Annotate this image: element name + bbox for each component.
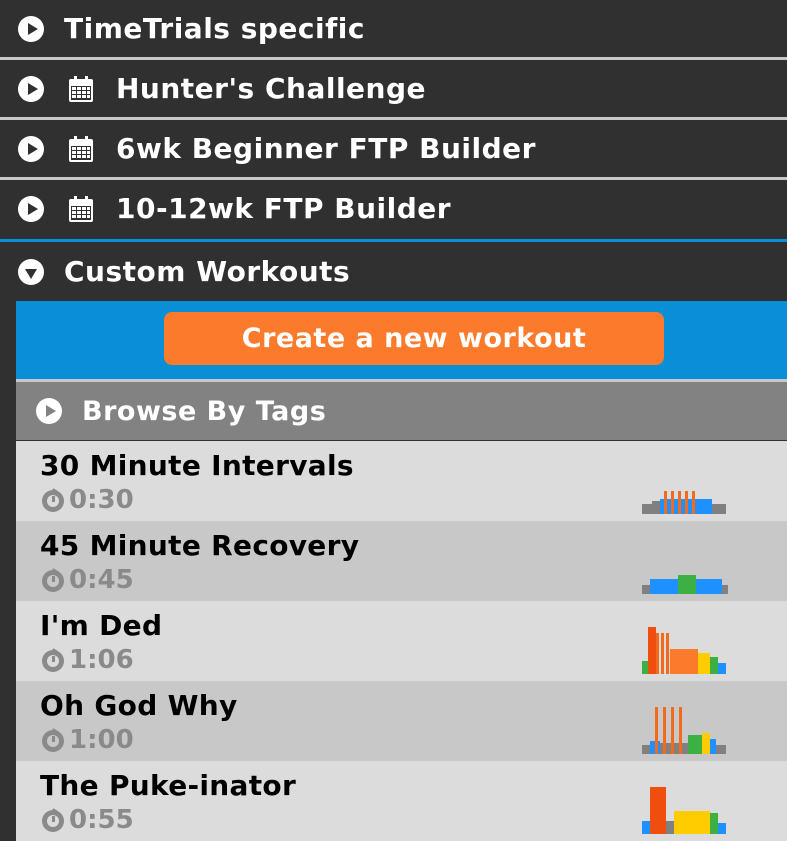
duration-text: 1:06 (69, 645, 134, 675)
workout-name: The Puke-inator (40, 769, 297, 802)
expand-arrow-icon (36, 398, 62, 424)
workout-name: 30 Minute Intervals (40, 449, 354, 482)
workout-duration: 0:30 (40, 485, 134, 515)
collapse-arrow-icon (18, 258, 44, 285)
expand-arrow-icon (18, 195, 44, 222)
category-label: Hunter's Challenge (116, 72, 426, 105)
workout-row[interactable]: I'm Ded 1:06 (16, 601, 787, 681)
duration-text: 0:30 (69, 485, 134, 515)
workout-name: Oh God Why (40, 689, 238, 722)
workout-profile-graph (642, 707, 726, 754)
category-label: TimeTrials specific (64, 12, 365, 45)
workout-profile-graph (642, 787, 726, 834)
expand-arrow-icon (18, 75, 44, 102)
workout-duration: 0:45 (40, 565, 134, 595)
category-10-12wk-ftp-builder[interactable]: 10-12wk FTP Builder (0, 180, 787, 237)
calendar-icon (69, 135, 93, 162)
workout-row[interactable]: Oh God Why 1:00 (16, 681, 787, 761)
duration-text: 1:00 (69, 725, 134, 755)
workout-profile-graph (642, 491, 726, 514)
expand-arrow-icon (18, 135, 44, 162)
workout-duration: 1:06 (40, 645, 134, 675)
category-custom-workouts[interactable]: Custom Workouts (0, 242, 787, 301)
category-hunters-challenge[interactable]: Hunter's Challenge (0, 60, 787, 117)
workout-duration: 1:00 (40, 725, 134, 755)
category-label: 6wk Beginner FTP Builder (116, 132, 536, 165)
workout-duration: 0:55 (40, 805, 134, 835)
workout-profile-graph (642, 575, 728, 594)
stopwatch-icon (42, 648, 64, 672)
calendar-icon (69, 75, 93, 102)
stopwatch-icon (42, 488, 64, 512)
create-workout-button[interactable]: Create a new workout (164, 312, 664, 365)
stopwatch-icon (42, 808, 64, 832)
workout-name: I'm Ded (40, 609, 163, 642)
workout-row[interactable]: 45 Minute Recovery 0:45 (16, 521, 787, 601)
browse-by-tags[interactable]: Browse By Tags (16, 382, 787, 440)
category-label: Custom Workouts (64, 255, 351, 288)
calendar-icon (69, 195, 93, 222)
category-timetrials[interactable]: TimeTrials specific (0, 0, 787, 57)
stopwatch-icon (42, 728, 64, 752)
workout-row[interactable]: The Puke-inator 0:55 (16, 761, 787, 841)
duration-text: 0:45 (69, 565, 134, 595)
browse-label: Browse By Tags (82, 395, 327, 427)
create-workout-band: Create a new workout (16, 301, 787, 379)
expand-arrow-icon (18, 15, 44, 42)
workout-name: 45 Minute Recovery (40, 529, 360, 562)
workout-profile-graph (642, 627, 726, 674)
category-label: 10-12wk FTP Builder (116, 192, 452, 225)
duration-text: 0:55 (69, 805, 134, 835)
workout-row[interactable]: 30 Minute Intervals 0:30 (16, 441, 787, 521)
stopwatch-icon (42, 568, 64, 592)
category-6wk-ftp-builder[interactable]: 6wk Beginner FTP Builder (0, 120, 787, 177)
